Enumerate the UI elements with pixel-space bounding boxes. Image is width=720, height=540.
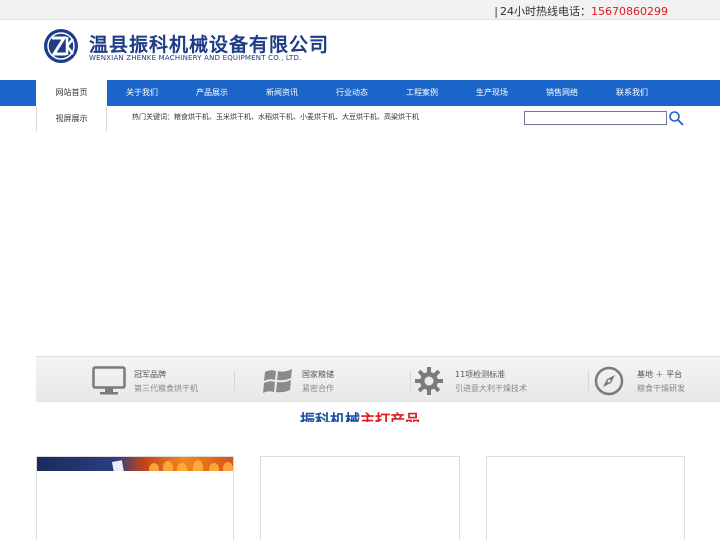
product-image-detail bbox=[223, 462, 233, 471]
product-image[interactable] bbox=[37, 457, 233, 471]
monitor-icon bbox=[92, 366, 126, 395]
feature-subtitle: 第三代粮食烘干机 bbox=[134, 384, 198, 393]
feature-subtitle: 粮食干燥研发 bbox=[637, 384, 685, 393]
product-image-detail bbox=[193, 460, 203, 471]
feature-title: 基地 ＋ 平台 bbox=[637, 370, 683, 379]
gear-icon bbox=[415, 367, 443, 395]
hotline-separator: | bbox=[494, 5, 499, 18]
product-card[interactable] bbox=[36, 456, 234, 540]
product-image-detail bbox=[209, 463, 219, 471]
feature-band: 冠军品牌 第三代粮食烘干机 国家粮储 紧密合作 11项检测标准 引进意大利干燥技… bbox=[36, 356, 720, 402]
product-card[interactable] bbox=[486, 456, 685, 540]
feature-title: 11项检测标准 bbox=[455, 370, 506, 379]
nav-item-production[interactable]: 生产现场 bbox=[457, 80, 527, 106]
compass-icon bbox=[594, 366, 624, 396]
feature-divider bbox=[234, 371, 235, 391]
product-image-detail bbox=[163, 461, 173, 471]
windows-icon bbox=[263, 369, 292, 393]
search-input[interactable] bbox=[524, 111, 667, 125]
header: 温县振科机械设备有限公司 WENXIAN ZHENKE MACHINERY AN… bbox=[0, 20, 720, 80]
feature-subtitle: 引进意大利干燥技术 bbox=[455, 384, 527, 393]
nav-item-home[interactable]: 网站首页 bbox=[36, 80, 107, 106]
nav-item-sales[interactable]: 销售网络 bbox=[527, 80, 597, 106]
nav-item-products[interactable]: 产品展示 bbox=[177, 80, 247, 106]
nav-item-cases[interactable]: 工程案例 bbox=[387, 80, 457, 106]
feature-divider bbox=[410, 371, 411, 391]
product-card[interactable] bbox=[260, 456, 460, 540]
subnav-dropdown: 视屏展示 bbox=[36, 106, 107, 132]
hotline-label: 24小时热线电话： bbox=[500, 5, 592, 18]
product-image-detail bbox=[112, 460, 124, 471]
section-title-part1: 振科机械 bbox=[299, 411, 360, 422]
nav-item-industry[interactable]: 行业动态 bbox=[317, 80, 387, 106]
hotline: | 24小时热线电话：15670860299 bbox=[494, 3, 668, 19]
feature-divider bbox=[588, 371, 589, 391]
feature-title: 冠军品牌 bbox=[134, 370, 166, 379]
section-title-part2: 主打产品 bbox=[360, 411, 421, 422]
zk-logo-icon[interactable] bbox=[43, 28, 79, 64]
company-name-en: WENXIAN ZHENKE MACHINERY AND EQUIPMENT C… bbox=[89, 54, 302, 62]
subnav-item-video[interactable]: 视屏展示 bbox=[37, 106, 106, 132]
product-image-detail bbox=[149, 463, 159, 471]
nav-item-about[interactable]: 关于我们 bbox=[107, 80, 177, 106]
main-nav: 网站首页 关于我们 产品展示 新闻资讯 行业动态 工程案例 生产现场 销售网络 … bbox=[0, 80, 720, 106]
company-name: 温县振科机械设备有限公司 bbox=[89, 34, 330, 56]
top-bar: | 24小时热线电话：15670860299 bbox=[0, 0, 720, 20]
feature-subtitle: 紧密合作 bbox=[302, 384, 334, 393]
search-icon[interactable] bbox=[668, 110, 684, 126]
nav-item-news[interactable]: 新闻资讯 bbox=[247, 80, 317, 106]
feature-title: 国家粮储 bbox=[302, 370, 334, 379]
section-title: 振科机械主打产品 bbox=[0, 410, 720, 422]
product-image-detail bbox=[177, 463, 187, 471]
hotline-phone[interactable]: 15670860299 bbox=[591, 5, 668, 18]
hot-keywords: 热门关键词：粮食烘干机、玉米烘干机、水稻烘干机、小麦烘干机、大豆烘干机、高粱烘干… bbox=[132, 113, 419, 121]
nav-item-contact[interactable]: 联系我们 bbox=[597, 80, 667, 106]
